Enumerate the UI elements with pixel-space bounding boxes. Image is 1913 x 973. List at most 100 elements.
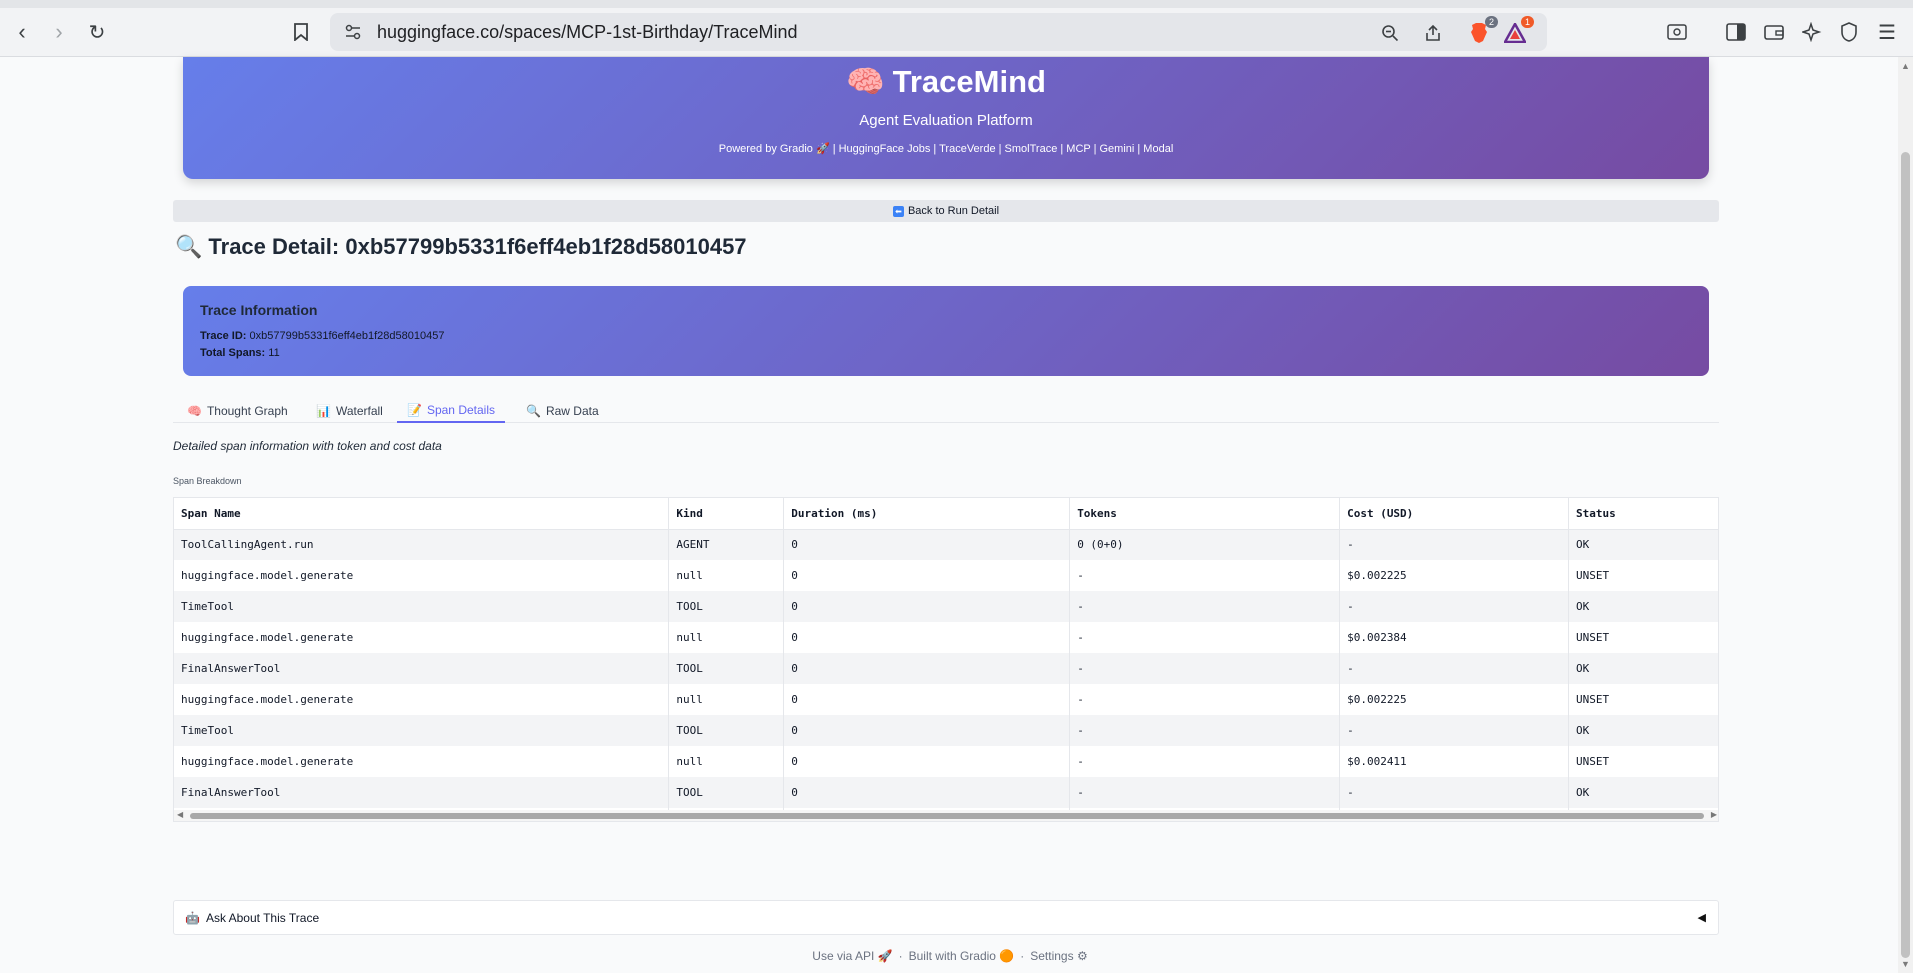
brave-shields-icon[interactable]: 2	[1466, 16, 1498, 46]
back-arrow-icon: ⬅	[892, 205, 904, 217]
app-title: 🧠 TraceMind	[183, 63, 1709, 100]
tab-label: Waterfall	[335, 404, 383, 418]
bar-chart-icon: 📊	[316, 404, 331, 418]
duration-cell: 0	[783, 684, 1071, 715]
cost-cell: -	[1339, 529, 1569, 560]
back-to-run-button[interactable]: ⬅ Back to Run Detail	[173, 200, 1719, 222]
url-text[interactable]: huggingface.co/spaces/MCP-1st-Birthday/T…	[377, 22, 798, 43]
forward-icon[interactable]: ›	[45, 18, 73, 46]
span-name-cell: TimeTool	[174, 715, 670, 746]
horizontal-scrollbar[interactable]: ◀ ▶	[174, 810, 1718, 821]
col-cost[interactable]: Cost (USD)	[1339, 498, 1569, 530]
tokens-cell: -	[1069, 684, 1341, 715]
tab-thought-graph[interactable]: 🧠 Thought Graph	[177, 399, 298, 423]
table-row: huggingface.model.generate null 0- $0.00241…	[174, 746, 1718, 777]
kind-cell: TOOL	[668, 715, 785, 746]
duration-cell: 0	[783, 715, 1071, 746]
status-cell: OK	[1568, 591, 1718, 622]
page-scrollbar-thumb[interactable]	[1901, 152, 1910, 958]
table-row: huggingface.model.generate null 0- $0.00222…	[174, 684, 1718, 715]
trace-id-label: Trace ID:	[200, 330, 247, 342]
trace-info-heading: Trace Information	[200, 302, 318, 318]
tab-waterfall[interactable]: 📊 Waterfall	[306, 399, 393, 423]
tab-label: Span Details	[426, 403, 495, 417]
scroll-right-icon[interactable]: ▶	[1711, 810, 1717, 819]
tab-label: Raw Data	[545, 404, 599, 418]
tokens-cell: 0 (0+0)	[1069, 529, 1341, 560]
leo-ai-icon[interactable]	[1799, 19, 1825, 45]
table-row: ToolCallingAgent.run AGENT 0 0 (0+0) - OK	[174, 529, 1718, 560]
reload-icon[interactable]: ↻	[83, 18, 111, 46]
use-via-api-link[interactable]: Use via API 🚀	[812, 949, 892, 963]
tab-raw-data[interactable]: 🔍 Raw Data	[516, 399, 609, 423]
table-row: TimeTool TOOL 0- - OK	[174, 715, 1718, 746]
shields-count-badge: 2	[1484, 16, 1498, 28]
settings-link[interactable]: Settings ⚙	[1030, 949, 1087, 963]
detail-tabs: 🧠 Thought Graph 📊 Waterfall 📝 Span Details …	[173, 399, 1719, 423]
tokens-cell: -	[1069, 715, 1341, 746]
table-row: FinalAnswerTool TOOL 0- - OK	[174, 653, 1718, 684]
address-bar[interactable]: huggingface.co/spaces/MCP-1st-Birthday/T…	[330, 13, 1547, 51]
span-name-cell: FinalAnswerTool	[174, 777, 670, 808]
tokens-cell: -	[1069, 746, 1341, 777]
duration-cell: 0	[783, 529, 1071, 560]
table-row: huggingface.model.generate null 0- $0.00222…	[174, 560, 1718, 591]
table-header-row: Span Name Kind Duration (ms) Tokens Cost…	[174, 498, 1718, 530]
col-duration[interactable]: Duration (ms)	[783, 498, 1071, 530]
brain-icon: 🧠	[187, 404, 202, 418]
span-name-cell: ToolCallingAgent.run	[174, 529, 670, 560]
col-tokens[interactable]: Tokens	[1069, 498, 1341, 530]
footer: Use via API 🚀 · Built with Gradio 🟠 · Settin…	[0, 949, 1900, 963]
cost-cell: $0.002411	[1339, 746, 1569, 777]
trace-id-value: 0xb57799b5331f6eff4eb1f28d58010457	[249, 330, 445, 342]
tokens-cell: -	[1069, 777, 1341, 808]
page-search-icon[interactable]	[1664, 19, 1690, 45]
menu-icon[interactable]: ☰	[1874, 19, 1900, 45]
cost-cell: -	[1339, 715, 1569, 746]
col-span-name[interactable]: Span Name	[174, 498, 670, 530]
wallet-icon[interactable]	[1761, 19, 1787, 45]
ask-about-trace-accordion[interactable]: 🤖 Ask About This Trace ◀	[173, 900, 1719, 935]
magnifier-icon: 🔍	[175, 234, 203, 259]
status-cell: OK	[1568, 653, 1718, 684]
built-with-gradio-link[interactable]: Built with Gradio 🟠	[909, 949, 1015, 963]
back-icon[interactable]: ‹	[8, 18, 36, 46]
vpn-icon[interactable]	[1836, 19, 1862, 45]
span-name-cell: FinalAnswerTool	[174, 653, 670, 684]
collapse-arrow-icon: ◀	[1697, 912, 1706, 924]
kind-cell: null	[668, 746, 785, 777]
col-kind[interactable]: Kind	[668, 498, 785, 530]
scroll-down-icon[interactable]: ▼	[1901, 959, 1910, 969]
duration-cell: 0	[783, 591, 1071, 622]
scroll-left-icon[interactable]: ◀	[177, 810, 183, 819]
brain-icon: 🧠	[846, 64, 885, 99]
cost-cell: -	[1339, 591, 1569, 622]
brave-rewards-icon[interactable]: 1	[1502, 16, 1534, 46]
page-title: 🔍 Trace Detail: 0xb57799b5331f6eff4eb1f28…	[175, 234, 747, 260]
bookmark-icon[interactable]	[287, 18, 315, 46]
total-spans-row: Total Spans: 11	[200, 345, 1692, 362]
robot-icon: 🤖	[185, 910, 200, 925]
span-name-cell: huggingface.model.generate	[174, 684, 670, 715]
duration-cell: 0	[783, 746, 1071, 777]
app-header: 🧠 TraceMind Agent Evaluation Platform Pow…	[183, 57, 1709, 179]
table-row: TimeTool TOOL 0- - OK	[174, 591, 1718, 622]
sidebar-icon[interactable]	[1723, 19, 1749, 45]
site-settings-icon[interactable]	[344, 23, 362, 46]
back-button-label: Back to Run Detail	[907, 205, 1000, 217]
duration-cell: 0	[783, 622, 1071, 653]
zoom-out-icon[interactable]	[1377, 20, 1403, 46]
tab-span-details[interactable]: 📝 Span Details	[397, 399, 505, 423]
magnifier-icon: 🔍	[526, 404, 541, 418]
tab-strip	[0, 0, 1913, 8]
span-name-cell: huggingface.model.generate	[174, 622, 670, 653]
tokens-cell: -	[1069, 560, 1341, 591]
page-scrollbar[interactable]: ▲ ▼	[1898, 57, 1913, 973]
kind-cell: null	[668, 622, 785, 653]
scrollbar-thumb[interactable]	[190, 813, 1704, 819]
col-status[interactable]: Status	[1568, 498, 1718, 530]
span-name-cell: huggingface.model.generate	[174, 746, 670, 777]
page-title-text: Trace Detail: 0xb57799b5331f6eff4eb1f28d…	[208, 234, 747, 259]
share-icon[interactable]	[1420, 20, 1446, 46]
scroll-up-icon[interactable]: ▲	[1901, 61, 1910, 71]
